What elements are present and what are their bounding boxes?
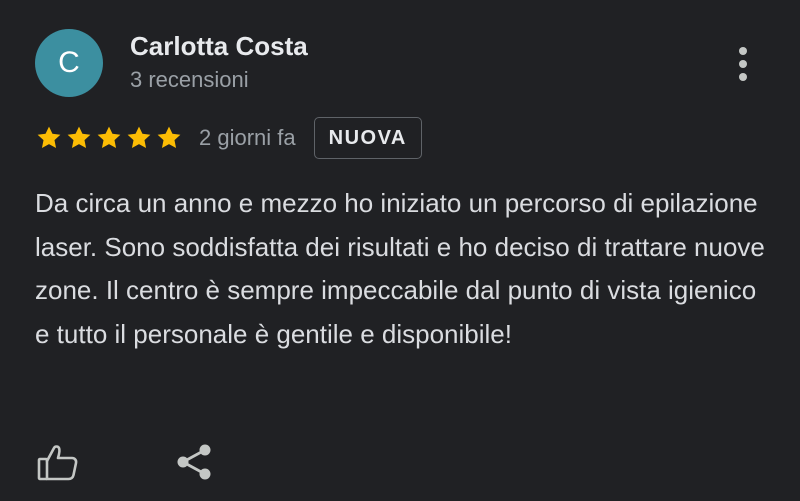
- rating-row: 2 giorni fa NUOVA: [35, 116, 422, 160]
- star-rating: [35, 124, 183, 152]
- new-badge: NUOVA: [313, 117, 422, 159]
- author-review-count[interactable]: 3 recensioni: [130, 67, 249, 93]
- star-icon: [65, 124, 93, 152]
- more-options-button[interactable]: [722, 40, 764, 88]
- avatar-initial: C: [58, 46, 80, 79]
- review-text: Da circa un anno e mezzo ho iniziato un …: [35, 188, 765, 349]
- share-button[interactable]: [174, 440, 214, 484]
- review-date: 2 giorni fa: [199, 125, 296, 150]
- avatar[interactable]: C: [35, 29, 103, 97]
- star-icon: [125, 124, 153, 152]
- thumb-up-icon: [37, 445, 78, 481]
- more-vert-icon-dot: [739, 60, 747, 68]
- star-icon: [35, 124, 63, 152]
- more-vert-icon-dot: [739, 73, 747, 81]
- like-button[interactable]: [36, 440, 80, 484]
- star-icon: [95, 124, 123, 152]
- star-icon: [155, 124, 183, 152]
- share-icon: [177, 444, 211, 480]
- review-card: C Carlotta Costa 3 recensioni 2 giorni f…: [0, 0, 800, 501]
- more-vert-icon: [739, 47, 747, 55]
- author-name[interactable]: Carlotta Costa: [130, 31, 308, 62]
